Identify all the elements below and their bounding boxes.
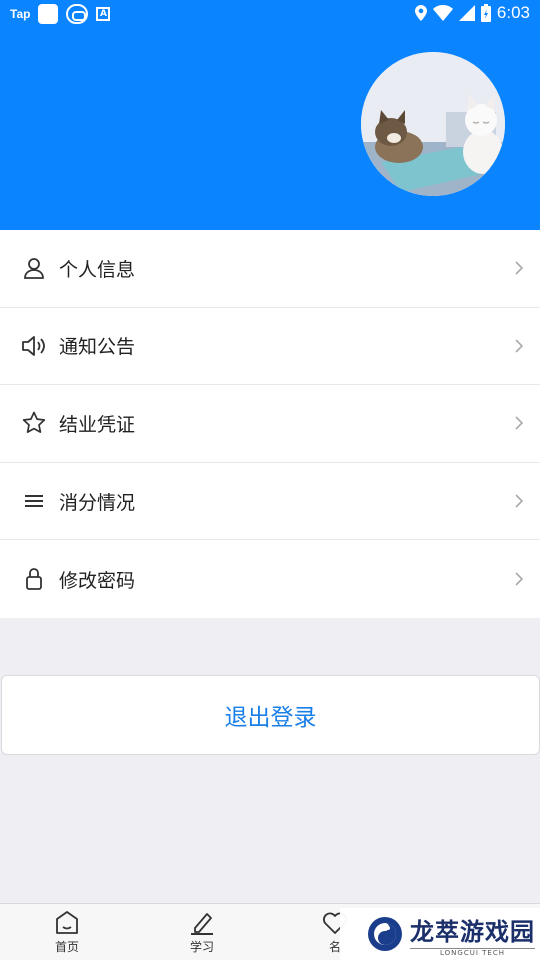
status-bar: Tap A 6:03 [0,0,540,28]
menu-item-label: 修改密码 [59,569,136,592]
menu-item-label: 个人信息 [59,258,136,281]
cats-photo-image [361,52,505,196]
chevron-right-icon [515,339,524,353]
app-square-icon [38,4,59,24]
menu-item-points-status[interactable]: 消分情况 [0,463,540,541]
menu-lines-icon [21,488,47,514]
tab-home[interactable]: 首页 [37,910,97,955]
chevron-right-icon [515,572,524,586]
person-icon [21,255,47,281]
star-icon [21,410,47,436]
menu-item-notices[interactable]: 通知公告 [0,308,540,386]
chevron-right-icon [515,416,524,431]
settings-menu: 个人信息 通知公告 结业凭证 消分情况 修改密码 [0,230,540,618]
tap-app-icon: Tap [10,7,31,21]
wifi-icon [432,5,453,21]
lock-icon [21,566,47,592]
menu-item-certificate[interactable]: 结业凭证 [0,385,540,463]
home-icon [56,911,78,934]
menu-item-label: 通知公告 [59,336,136,359]
speaker-icon [21,333,47,359]
avatar[interactable] [361,52,505,196]
logout-button[interactable]: 退出登录 [1,675,540,755]
menu-item-personal-info[interactable]: 个人信息 [0,230,540,308]
pencil-icon [191,913,213,935]
tab-label: 首页 [54,940,79,954]
menu-item-label: 消分情况 [59,491,136,514]
menu-item-change-password[interactable]: 修改密码 [0,540,540,618]
signal-icon [458,5,475,21]
location-icon [414,5,427,21]
chevron-right-icon [515,494,524,508]
battery-charging-icon [480,4,491,22]
watermark-title: 龙萃游戏园 [410,917,535,946]
dragon-logo-icon [368,917,402,951]
infinity-app-icon [66,4,89,24]
chevron-right-icon [515,261,524,275]
tab-study[interactable]: 学习 [172,910,232,955]
profile-header: Tap A 6:03 [0,0,540,230]
tab-label: 学习 [189,940,214,954]
menu-item-label: 结业凭证 [59,413,136,436]
a-app-icon: A [96,7,111,21]
watermark-subtitle: LONGCUI TECH [410,947,535,957]
clock-time: 6:03 [496,3,530,22]
watermark-logo: 龙萃游戏园 LONGCUI TECH [340,908,540,960]
